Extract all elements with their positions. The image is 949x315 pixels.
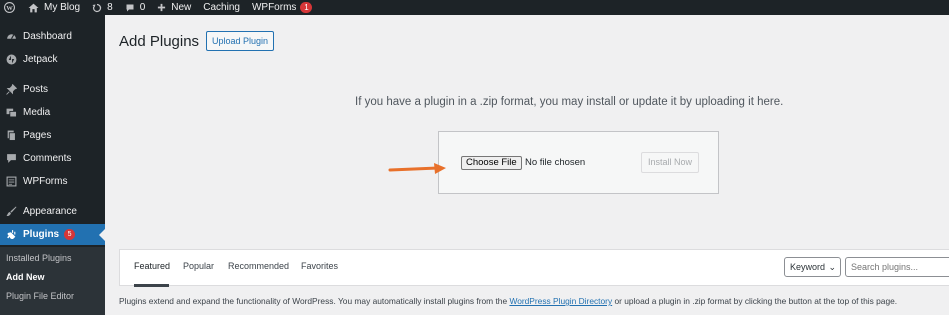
plugins-update-badge: 5 xyxy=(64,229,76,240)
search-type-value: Keyword xyxy=(790,262,826,272)
brush-icon xyxy=(4,205,18,219)
new-label: New xyxy=(171,2,192,13)
updates-count: 8 xyxy=(107,2,113,13)
plugin-icon xyxy=(4,228,18,242)
plugin-filter-bar: Featured Popular Recommended Favorites K… xyxy=(119,249,949,287)
comments-count: 0 xyxy=(139,2,146,13)
upload-plugin-button[interactable]: Upload Plugin xyxy=(206,31,275,51)
sidebar-item-label: Plugins xyxy=(23,229,60,240)
wpforms-icon xyxy=(4,175,18,189)
choose-file-button[interactable]: Choose File xyxy=(461,156,522,170)
sidebar-item-media[interactable]: Media xyxy=(0,102,105,123)
wpforms-label: WPForms xyxy=(251,2,297,13)
sidebar-item-pages[interactable]: Pages xyxy=(0,125,105,146)
sidebar-item-posts[interactable]: Posts xyxy=(0,79,105,100)
submenu-item-plugin-file-editor[interactable]: Plugin File Editor xyxy=(6,291,74,301)
submenu-item-installed-plugins[interactable]: Installed Plugins xyxy=(6,253,72,263)
tab-favorites[interactable]: Favorites xyxy=(301,261,338,271)
sidebar-item-wpforms[interactable]: WPForms xyxy=(0,171,105,192)
sidebar-item-appearance[interactable]: Appearance xyxy=(0,201,105,222)
new-content-menu[interactable]: New xyxy=(151,0,197,15)
tab-recommended[interactable]: Recommended xyxy=(228,261,289,271)
plus-icon xyxy=(157,3,166,12)
plugin-directory-link[interactable]: WordPress Plugin Directory xyxy=(509,296,612,306)
admin-sidebar: Dashboard Jetpack Posts Media Pages Comm… xyxy=(0,15,105,315)
upload-form-box: Choose File No file chosen Install Now xyxy=(438,131,719,194)
comments-menu[interactable]: 0 xyxy=(119,0,152,15)
caching-menu[interactable]: Caching xyxy=(197,0,246,15)
submenu-item-add-new[interactable]: Add New xyxy=(6,272,45,282)
comment-bubble-icon xyxy=(125,3,135,13)
sidebar-item-label: Appearance xyxy=(23,206,77,217)
sidebar-item-plugins[interactable]: Plugins 5 xyxy=(0,224,105,245)
pages-icon xyxy=(4,129,18,143)
jetpack-icon xyxy=(4,53,18,67)
sidebar-item-label: Pages xyxy=(23,130,52,141)
description-text-end: or upload a plugin in .zip format by cli… xyxy=(612,296,898,306)
sidebar-item-label: Media xyxy=(23,107,51,118)
no-file-chosen-text: No file chosen xyxy=(525,157,586,168)
svg-text:W: W xyxy=(6,5,13,12)
tab-popular[interactable]: Popular xyxy=(183,261,214,271)
description-text-start: Plugins extend and expand the functional… xyxy=(119,296,510,306)
plugins-submenu: Installed Plugins Add New Plugin File Ed… xyxy=(0,247,105,315)
sidebar-item-label: Dashboard xyxy=(23,31,72,42)
search-plugins-input[interactable] xyxy=(845,257,949,277)
comment-icon xyxy=(4,152,18,166)
caching-label: Caching xyxy=(203,2,240,13)
dashboard-icon xyxy=(4,30,18,44)
search-type-select[interactable]: Keyword ⌄ xyxy=(784,257,841,277)
page-title: Add Plugins xyxy=(119,33,200,50)
active-tab-indicator xyxy=(134,284,169,287)
wpforms-notification-badge: 1 xyxy=(300,2,313,13)
updates-menu[interactable]: 8 xyxy=(86,0,119,15)
install-now-button[interactable]: Install Now xyxy=(641,152,700,173)
sidebar-item-label: Comments xyxy=(23,153,72,164)
chevron-down-icon: ⌄ xyxy=(828,262,836,272)
tab-featured[interactable]: Featured xyxy=(134,261,170,271)
home-icon xyxy=(28,3,39,13)
wpforms-menu[interactable]: WPForms 1 xyxy=(246,0,318,15)
site-name-menu[interactable]: My Blog xyxy=(22,0,86,15)
media-icon xyxy=(4,106,18,120)
plugins-description: Plugins extend and expand the functional… xyxy=(119,296,897,306)
pin-icon xyxy=(4,83,18,97)
sidebar-item-dashboard[interactable]: Dashboard xyxy=(0,26,105,47)
admin-bar: W My Blog 8 0 New Caching WPForms 1 xyxy=(0,0,949,15)
sidebar-item-jetpack[interactable]: Jetpack xyxy=(0,49,105,70)
sidebar-item-label: WPForms xyxy=(23,176,68,187)
sidebar-item-label: Jetpack xyxy=(23,54,58,65)
wordpress-logo-icon[interactable]: W xyxy=(0,0,22,15)
updates-icon xyxy=(92,3,102,13)
orange-arrow-annotation xyxy=(388,163,446,174)
site-name: My Blog xyxy=(44,2,81,13)
upload-help-text: If you have a plugin in a .zip format, y… xyxy=(355,96,784,108)
sidebar-item-comments[interactable]: Comments xyxy=(0,148,105,169)
sidebar-item-label: Posts xyxy=(23,84,49,95)
